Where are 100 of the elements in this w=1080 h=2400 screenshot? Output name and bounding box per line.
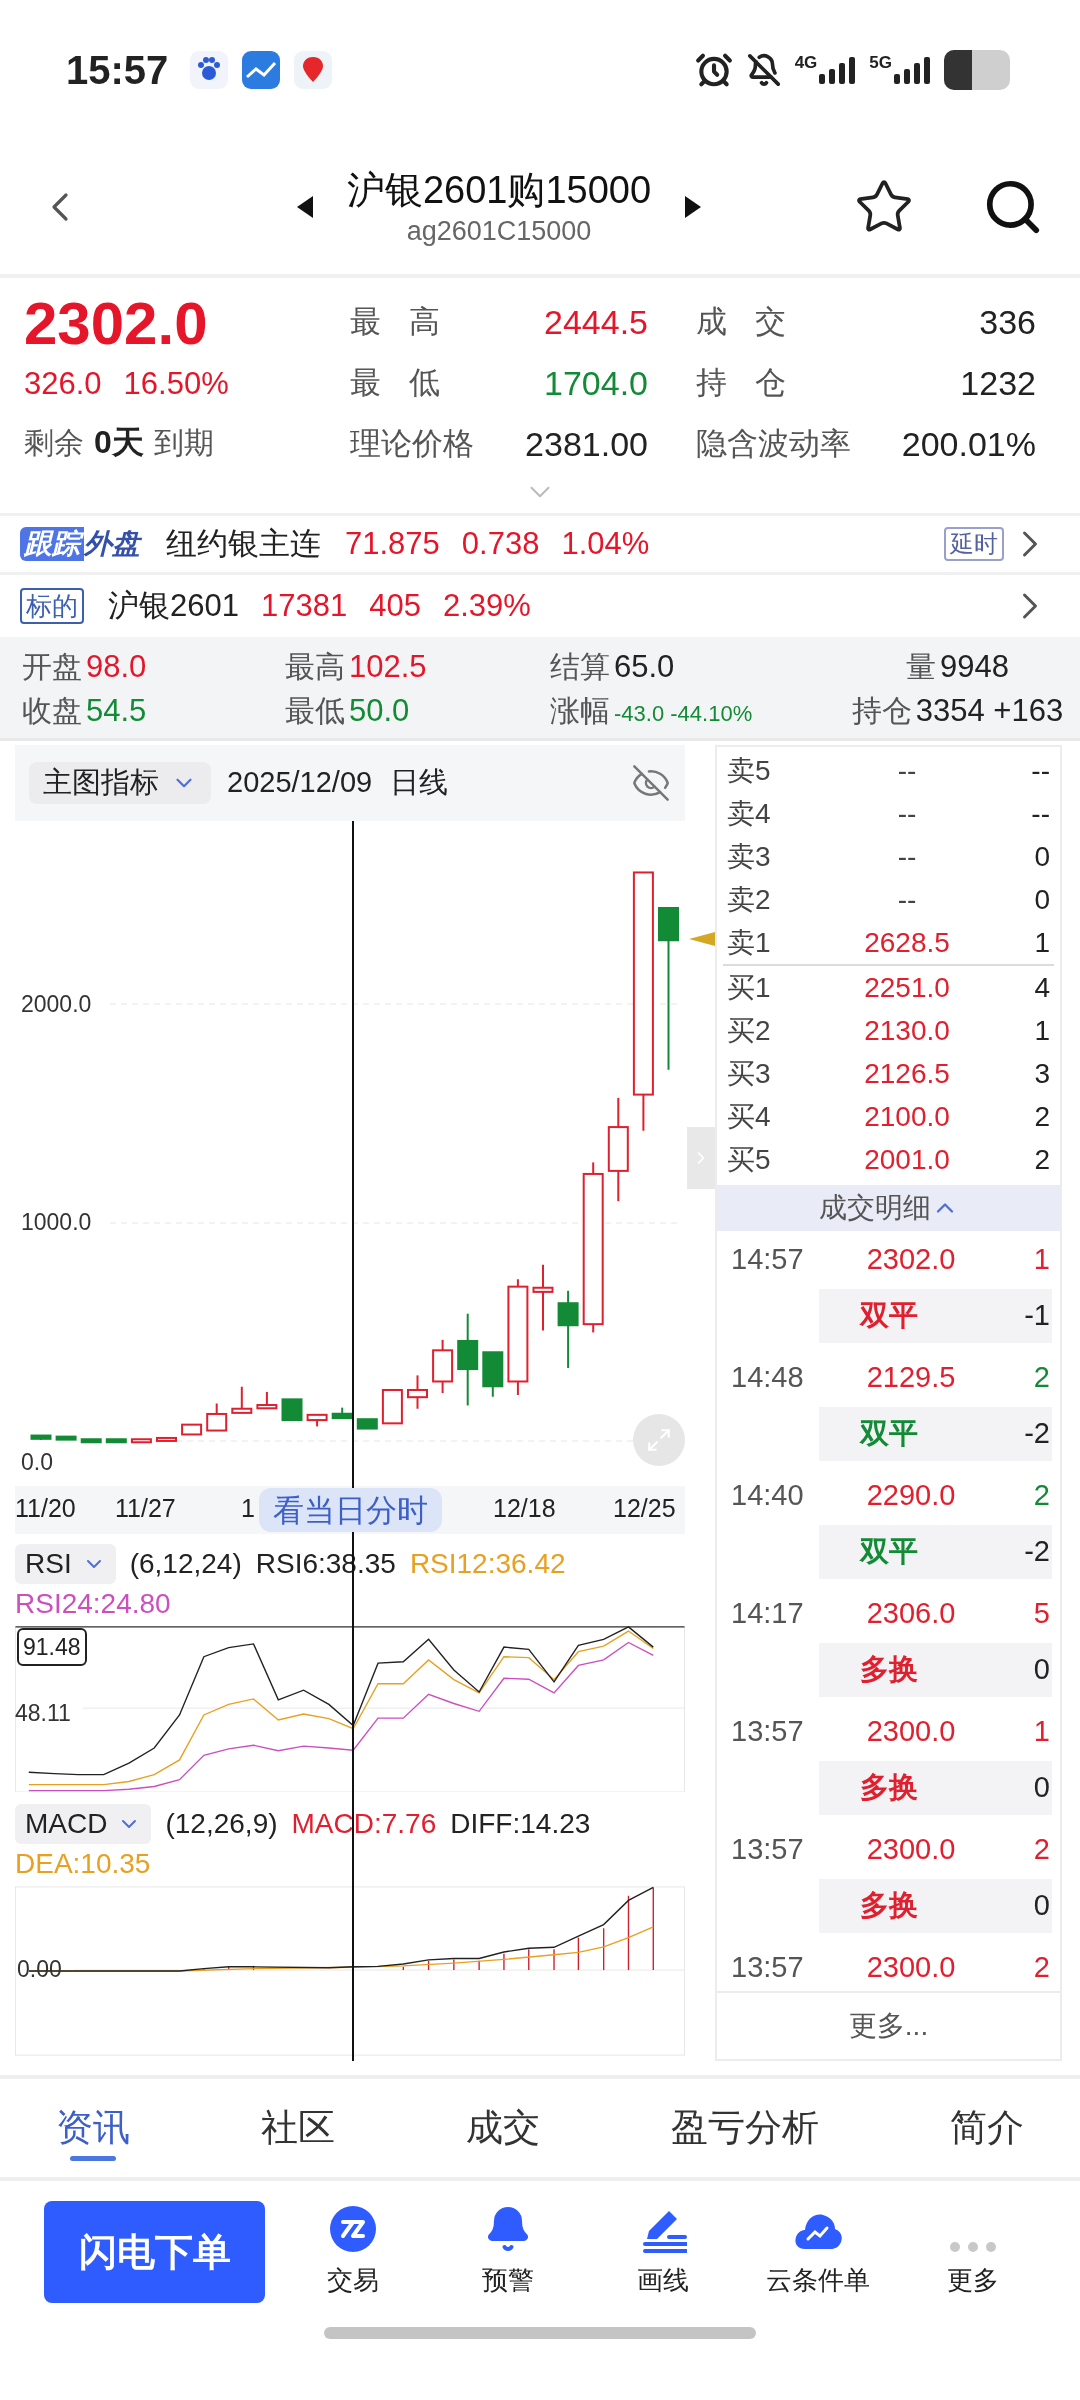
tab[interactable]: 成交 <box>466 2079 540 2177</box>
toolbar-action[interactable]: 画线 <box>592 2204 733 2300</box>
underlying-name: 沪银2601 <box>108 586 239 625</box>
trade-volume: 1 <box>1032 1714 1050 1750</box>
trade-type: 双平 <box>858 1534 919 1570</box>
chart-app-icon <box>242 51 281 89</box>
indicator-value: RSI24:24.80 <box>15 1587 171 1621</box>
expiry-label: 到期 <box>153 425 214 461</box>
trade-type: 多换 <box>859 1770 919 1806</box>
stat-label: 最高 <box>350 302 468 341</box>
tab[interactable]: 资讯 <box>56 2079 130 2177</box>
stat-label: 最低 <box>285 692 345 729</box>
candle <box>156 1436 177 1442</box>
book-level-label: 买1 <box>727 970 772 1005</box>
indicator-value: DEA:10.35 <box>15 1847 151 1881</box>
candle <box>30 1434 52 1441</box>
trade-price: 2300.0 <box>865 1714 957 1750</box>
candle <box>331 1406 353 1420</box>
overseas-label: 外盘 <box>84 527 140 561</box>
trade-details-header[interactable]: 成交明细 <box>717 1185 1060 1231</box>
stat-label: 持仓 <box>851 692 912 729</box>
foreign-contract-name: 纽约银主连 <box>166 524 321 563</box>
underlying-price: 17381 <box>260 586 348 625</box>
stat-label: 涨幅 <box>550 692 610 729</box>
tab[interactable]: 盈亏分析 <box>671 2079 819 2177</box>
stat-value: 9948 <box>940 647 1009 686</box>
toolbar-action[interactable]: 交易 <box>282 2204 423 2300</box>
trade-volume: 2 <box>1032 1478 1050 1514</box>
stat-value: -43.0 -44.10% <box>614 699 753 728</box>
foreign-change: 0.738 <box>461 524 540 563</box>
tab[interactable]: 简介 <box>950 2079 1024 2177</box>
price-change: 326.0 <box>24 365 102 403</box>
x-axis-label: 1 <box>241 1493 255 1524</box>
stat-value: 3354 +163 <box>915 691 1064 730</box>
network-label: 5G <box>869 52 892 74</box>
candle <box>381 1389 403 1425</box>
trade-time: 14:17 <box>731 1596 805 1632</box>
candle <box>281 1398 303 1422</box>
trade-time: 14:40 <box>731 1478 805 1514</box>
candle <box>55 1435 77 1441</box>
indicator-params: (12,26,9) <box>165 1807 278 1841</box>
tab[interactable]: 社区 <box>261 2079 335 2177</box>
stat-value: 2381.00 <box>525 423 648 465</box>
indicator-value: RSI12:36.42 <box>409 1547 566 1581</box>
stat-value: 54.5 <box>86 691 147 730</box>
candle <box>306 1413 328 1428</box>
trade-volume: 2 <box>1032 1950 1050 1986</box>
trade-volume: 1 <box>1032 1242 1050 1278</box>
stat-value: 102.5 <box>349 647 427 686</box>
y-axis-label: 0.0 <box>21 1448 53 1477</box>
position-change: 0 <box>1032 1888 1050 1924</box>
macd-bar <box>577 1936 580 1971</box>
signal-icon <box>892 56 932 84</box>
trade-volume: 5 <box>1032 1596 1050 1632</box>
book-price: 2251.0 <box>863 970 951 1005</box>
paw-app-icon <box>190 51 229 89</box>
price-marker-icon <box>689 932 715 946</box>
remaining-days: 0天 <box>94 410 144 474</box>
next-icon[interactable] <box>685 196 702 218</box>
toolbar-action[interactable]: 更多 <box>902 2204 1043 2300</box>
toolbar-action[interactable]: 云条件单 <box>747 2204 888 2300</box>
chart-period: 日线 <box>390 765 449 801</box>
x-axis-label: 11/27 <box>115 1493 176 1524</box>
map-pin-app-icon <box>294 51 333 89</box>
toolbar-action[interactable]: 预警 <box>437 2204 578 2300</box>
stat-value: 65.0 <box>614 647 675 686</box>
alarm-icon <box>694 51 733 89</box>
hide-icon[interactable] <box>631 763 671 803</box>
previous-icon[interactable] <box>296 196 313 218</box>
stat-label: 结算 <box>550 648 610 685</box>
more-trades-button[interactable]: 更多... <box>717 1991 1060 2059</box>
book-level-label: 卖3 <box>727 839 772 874</box>
delayed-tag: 延时 <box>944 527 1004 561</box>
rsi-mid-label: 48.11 <box>15 1699 71 1728</box>
indicator-dropdown[interactable]: RSI <box>15 1544 116 1584</box>
candle <box>356 1418 378 1430</box>
candle <box>231 1385 253 1414</box>
indicator-params: (6,12,24) <box>129 1547 242 1581</box>
flash-order-button[interactable]: 闪电下单 <box>44 2201 265 2303</box>
chart-date: 2025/12/09 <box>227 765 373 801</box>
indicator-menu[interactable]: 主图指标 <box>29 762 211 804</box>
intraday-button[interactable]: 看当日分时 <box>259 1488 442 1532</box>
expand-icon <box>646 1427 672 1453</box>
stat-value: 1704.0 <box>544 362 648 404</box>
trade-price: 2306.0 <box>865 1596 957 1632</box>
network-label: 4G <box>794 52 818 74</box>
underlying-badge: 标的 <box>20 588 84 624</box>
indicator-dropdown[interactable]: MACD <box>15 1804 152 1844</box>
underlying-change-percent: 2.39% <box>442 586 531 625</box>
trade-price: 2129.5 <box>865 1360 957 1396</box>
trade-type: 双平 <box>858 1298 919 1334</box>
book-volume: 4 <box>1033 970 1050 1005</box>
book-level-label: 买4 <box>727 1099 772 1134</box>
book-price: 2628.5 <box>863 925 951 960</box>
position-change: -1 <box>1023 1298 1050 1334</box>
book-volume: 0 <box>1033 882 1050 917</box>
book-level-label: 买3 <box>727 1056 772 1091</box>
battery-icon <box>944 50 1010 90</box>
trade-volume: 2 <box>1032 1832 1050 1868</box>
macd-bar <box>427 1960 430 1971</box>
